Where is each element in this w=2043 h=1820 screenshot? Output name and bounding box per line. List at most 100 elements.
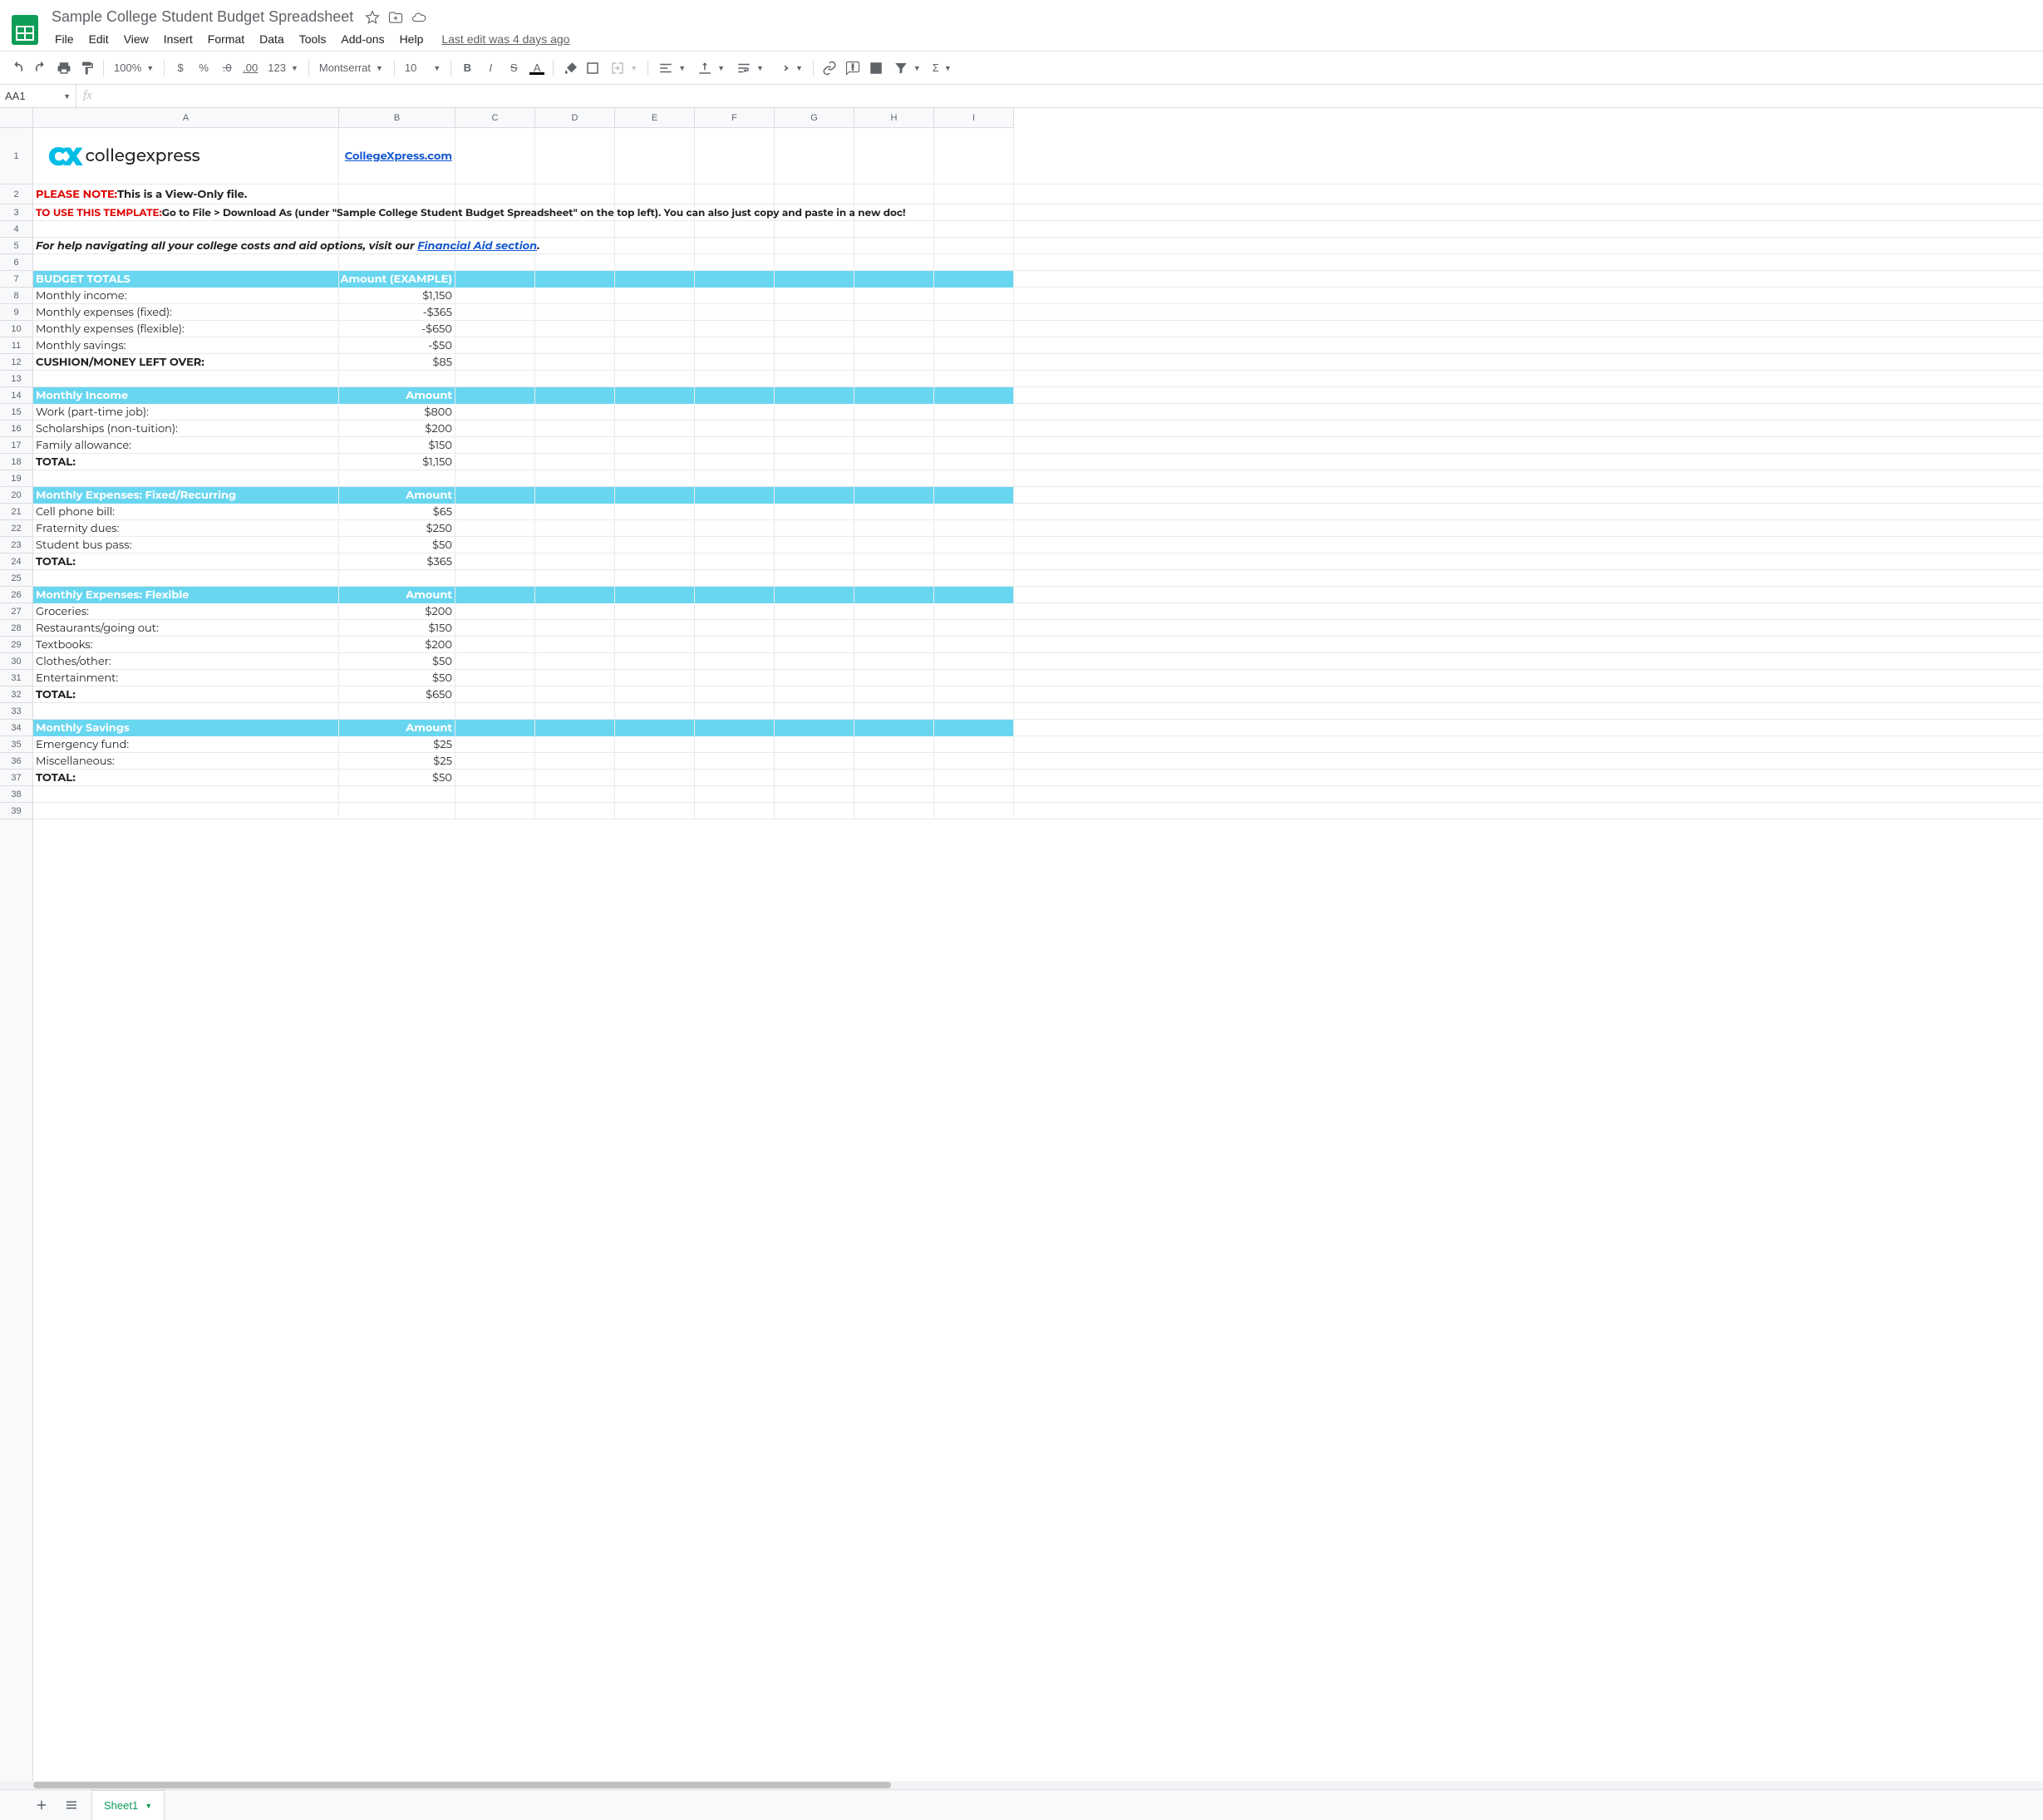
cell[interactable] <box>775 128 854 184</box>
cell[interactable] <box>695 421 775 437</box>
cell[interactable] <box>339 570 455 587</box>
cell[interactable]: TOTAL: <box>33 686 339 703</box>
cell[interactable] <box>934 736 1014 753</box>
cell[interactable] <box>615 371 695 387</box>
row-header[interactable]: 9 <box>0 304 32 321</box>
cell[interactable] <box>775 304 854 321</box>
font-family-select[interactable]: Montserrat▼ <box>314 57 389 79</box>
cell[interactable] <box>615 620 695 637</box>
cell[interactable] <box>854 537 934 553</box>
cell[interactable] <box>695 454 775 470</box>
row-header[interactable]: 8 <box>0 288 32 304</box>
cell[interactable] <box>339 254 455 271</box>
row-header[interactable]: 1 <box>0 128 32 184</box>
cell[interactable]: $1,150 <box>339 454 455 470</box>
cell[interactable] <box>339 786 455 803</box>
cell[interactable]: BUDGET TOTALS <box>33 271 339 288</box>
cell[interactable] <box>934 337 1014 354</box>
menu-tools[interactable]: Tools <box>293 29 333 49</box>
cell[interactable] <box>615 720 695 736</box>
doc-title[interactable]: Sample College Student Budget Spreadshee… <box>48 7 357 27</box>
cell[interactable] <box>854 603 934 620</box>
row-header[interactable]: 36 <box>0 753 32 770</box>
fill-color-button[interactable] <box>559 57 580 79</box>
cell[interactable] <box>535 354 615 371</box>
cell[interactable] <box>775 753 854 770</box>
cell[interactable] <box>775 803 854 819</box>
cell[interactable]: Amount <box>339 587 455 603</box>
cell[interactable]: $50 <box>339 770 455 786</box>
text-wrap-button[interactable]: ▼ <box>731 57 769 79</box>
cell[interactable] <box>33 570 339 587</box>
cell[interactable] <box>934 786 1014 803</box>
cell[interactable] <box>615 686 695 703</box>
row-header[interactable]: 7 <box>0 271 32 288</box>
cell[interactable] <box>775 520 854 537</box>
cell[interactable]: $150 <box>339 620 455 637</box>
cell[interactable] <box>535 238 615 254</box>
cell[interactable] <box>455 570 535 587</box>
sheets-app-icon[interactable] <box>8 13 42 47</box>
cell[interactable]: $50 <box>339 537 455 553</box>
cell[interactable] <box>615 184 695 204</box>
cell[interactable] <box>775 288 854 304</box>
insert-comment-button[interactable] <box>842 57 864 79</box>
cell[interactable]: TO USE THIS TEMPLATE: Go to File > Downl… <box>33 204 339 221</box>
row-header[interactable]: 37 <box>0 770 32 786</box>
cell[interactable] <box>695 128 775 184</box>
cell[interactable] <box>33 254 339 271</box>
cell[interactable] <box>615 703 695 720</box>
cell[interactable] <box>934 520 1014 537</box>
row-header[interactable]: 22 <box>0 520 32 537</box>
cell[interactable] <box>455 803 535 819</box>
cell[interactable] <box>934 587 1014 603</box>
row-header[interactable]: 3 <box>0 204 32 221</box>
cell[interactable] <box>775 637 854 653</box>
row-header[interactable]: 2 <box>0 184 32 204</box>
cell[interactable] <box>33 371 339 387</box>
cell[interactable] <box>854 553 934 570</box>
row-header[interactable]: 32 <box>0 686 32 703</box>
cell[interactable] <box>775 421 854 437</box>
cell[interactable] <box>934 321 1014 337</box>
cell[interactable]: Family allowance: <box>33 437 339 454</box>
cell[interactable] <box>775 653 854 670</box>
last-edit[interactable]: Last edit was 4 days ago <box>441 32 569 46</box>
cell[interactable] <box>934 653 1014 670</box>
cell[interactable] <box>615 770 695 786</box>
row-header[interactable]: 4 <box>0 221 32 238</box>
row-header[interactable]: 38 <box>0 786 32 803</box>
menu-format[interactable]: Format <box>201 29 251 49</box>
bold-button[interactable]: B <box>456 57 478 79</box>
cell[interactable] <box>695 703 775 720</box>
row-header[interactable]: 35 <box>0 736 32 753</box>
star-icon[interactable] <box>365 10 380 25</box>
row-header[interactable]: 39 <box>0 803 32 819</box>
cell[interactable] <box>33 803 339 819</box>
cell[interactable] <box>615 437 695 454</box>
cell[interactable] <box>854 238 934 254</box>
strikethrough-button[interactable]: S <box>503 57 524 79</box>
cell[interactable] <box>535 288 615 304</box>
cell[interactable] <box>695 637 775 653</box>
cell[interactable] <box>695 553 775 570</box>
cell[interactable] <box>615 570 695 587</box>
cell[interactable] <box>854 437 934 454</box>
cell[interactable]: $65 <box>339 504 455 520</box>
cell[interactable] <box>615 470 695 487</box>
cell[interactable] <box>854 470 934 487</box>
cell[interactable] <box>455 537 535 553</box>
cell[interactable]: CUSHION/MONEY LEFT OVER: <box>33 354 339 371</box>
row-header[interactable]: 23 <box>0 537 32 553</box>
cell[interactable] <box>934 470 1014 487</box>
cell[interactable] <box>535 786 615 803</box>
cell[interactable] <box>455 371 535 387</box>
menu-edit[interactable]: Edit <box>82 29 116 49</box>
menu-addons[interactable]: Add-ons <box>334 29 391 49</box>
cell[interactable] <box>775 221 854 238</box>
cell[interactable] <box>455 288 535 304</box>
increase-decimal-button[interactable]: .00 <box>239 57 261 79</box>
row-header[interactable]: 19 <box>0 470 32 487</box>
cell[interactable] <box>535 587 615 603</box>
cell[interactable] <box>854 786 934 803</box>
